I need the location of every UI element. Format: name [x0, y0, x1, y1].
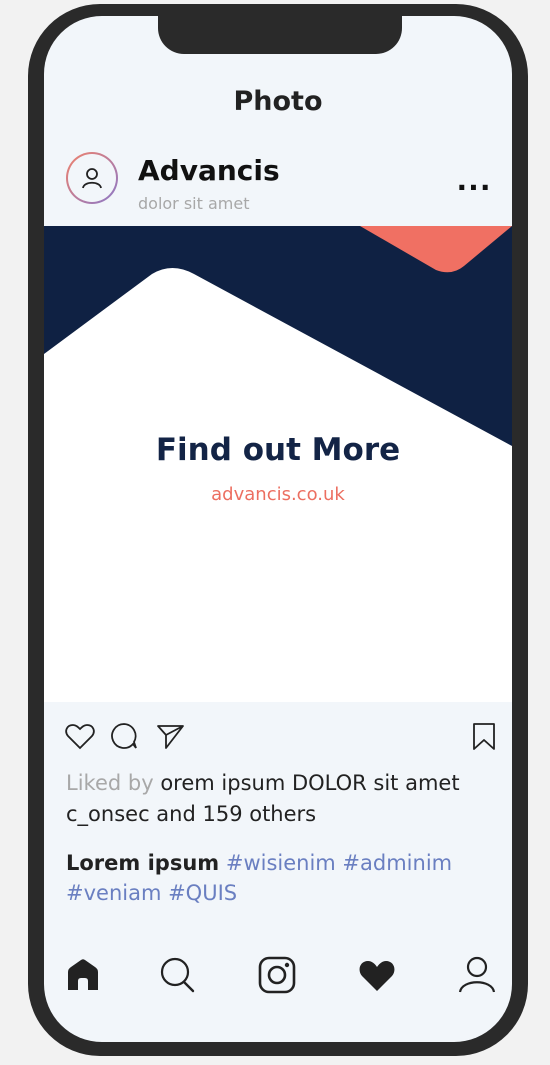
- screen: Photo Advancis dolor sit amet ... Find o…: [44, 16, 512, 1042]
- likes-prefix: Liked by: [66, 771, 154, 795]
- bookmark-icon[interactable]: [468, 720, 500, 752]
- post-headline: Find out More: [155, 432, 401, 468]
- send-icon[interactable]: [154, 720, 186, 752]
- caption-user[interactable]: Lorem ipsum: [66, 851, 219, 875]
- more-options-button[interactable]: ...: [457, 164, 491, 197]
- profile-name[interactable]: Advancis: [138, 154, 280, 187]
- post-image[interactable]: Find out More advancis.co.uk: [44, 226, 512, 702]
- post-caption: Lorem ipsum #wisienim #adminim #veniam #…: [66, 848, 486, 908]
- post-link[interactable]: advancis.co.uk: [44, 484, 512, 505]
- heart-outline-icon[interactable]: [64, 720, 96, 752]
- comment-icon[interactable]: [108, 720, 140, 752]
- likes-text[interactable]: Liked by orem ipsum DOLOR sit amet c_ons…: [66, 768, 486, 830]
- page-title: Photo: [233, 86, 323, 117]
- search-icon[interactable]: [156, 954, 198, 996]
- profile-avatar[interactable]: [66, 152, 118, 204]
- profile-icon[interactable]: [456, 954, 498, 996]
- user-icon: [82, 168, 102, 189]
- heart-filled-icon[interactable]: [356, 954, 398, 996]
- phone-notch: [158, 16, 402, 54]
- profile-subtitle: dolor sit amet: [138, 194, 250, 213]
- phone-frame: Photo Advancis dolor sit amet ... Find o…: [28, 4, 528, 1056]
- instagram-icon[interactable]: [256, 954, 298, 996]
- home-icon[interactable]: [62, 954, 104, 996]
